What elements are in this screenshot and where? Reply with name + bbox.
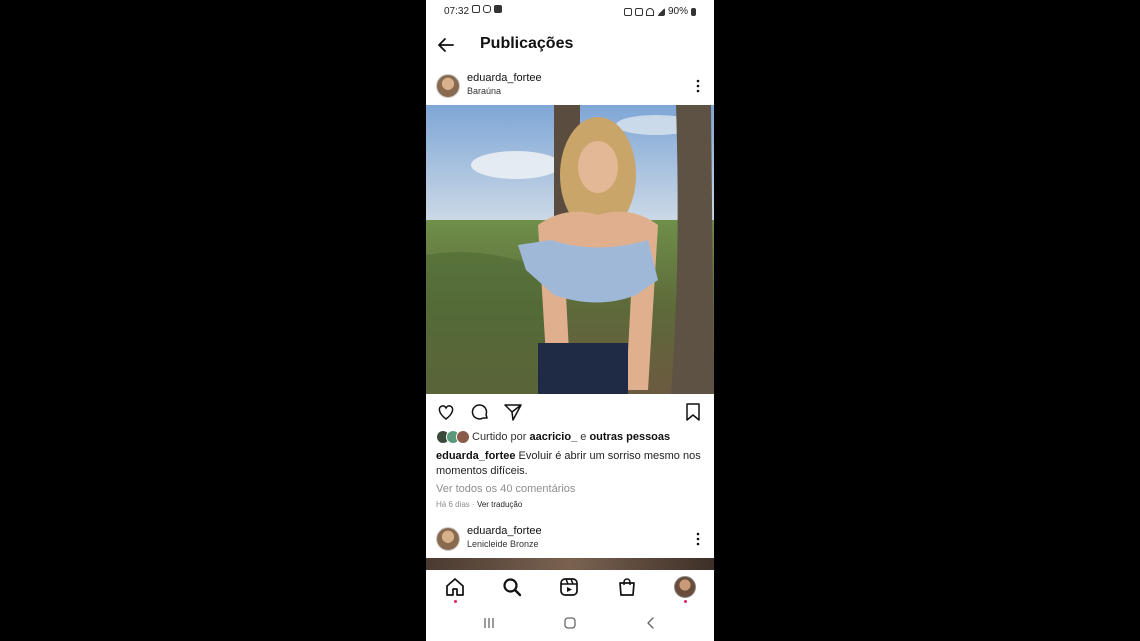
- photo-illustration: [426, 105, 714, 394]
- post-username[interactable]: eduarda_fortee: [467, 525, 542, 537]
- liked-by-joiner: e: [580, 431, 587, 443]
- shopping-bag-icon[interactable]: [616, 576, 638, 598]
- post-actions: [426, 400, 714, 424]
- caption-username[interactable]: eduarda_fortee: [436, 450, 515, 462]
- reels-icon[interactable]: [558, 576, 580, 598]
- profile-avatar-icon[interactable]: [674, 576, 696, 598]
- system-back-icon[interactable]: [644, 616, 658, 630]
- status-time: 07:32: [444, 6, 470, 17]
- save-bookmark-icon[interactable]: [683, 402, 703, 422]
- post-timestamp: Há 6 dias · Ver tradução: [436, 500, 522, 509]
- status-bar: 07:32 90%: [426, 0, 714, 24]
- likes-summary[interactable]: Curtido por aacricio_ e outras pessoas: [436, 430, 670, 444]
- wifi-icon: [645, 7, 654, 16]
- translate-link[interactable]: Ver tradução: [477, 500, 522, 509]
- home-button-icon[interactable]: [563, 616, 577, 630]
- signal-icon: [656, 7, 665, 16]
- comment-icon[interactable]: [470, 402, 490, 422]
- liked-by-user[interactable]: aacricio_: [529, 431, 577, 443]
- like-heart-icon[interactable]: [436, 402, 456, 422]
- view-comments-link[interactable]: Ver todos os 40 comentários: [436, 483, 575, 495]
- notification-icon: [472, 5, 480, 13]
- system-navigation-bar: [426, 606, 714, 641]
- post-header: eduarda_fortee Lenicleide Bronze: [426, 523, 714, 557]
- avatar[interactable]: [436, 74, 460, 98]
- phone-screen: 07:32 90% Publicações eduarda_fortee Bar…: [426, 0, 714, 641]
- bottom-navigation: [426, 570, 714, 606]
- notification-dot: [454, 600, 457, 603]
- share-paper-plane-icon[interactable]: [503, 402, 523, 422]
- post-location[interactable]: Baraúna: [467, 86, 501, 96]
- post-username[interactable]: eduarda_fortee: [467, 72, 542, 84]
- avatar[interactable]: [436, 527, 460, 551]
- post-photo[interactable]: [426, 105, 714, 394]
- search-icon[interactable]: [501, 576, 523, 598]
- mute-icon: [634, 7, 643, 16]
- liked-by-prefix: Curtido por: [472, 431, 527, 443]
- liker-avatar: [456, 430, 470, 444]
- status-system-icons: 90%: [623, 6, 696, 17]
- status-notification-icons: [472, 5, 502, 13]
- battery-icon: [691, 7, 696, 16]
- recent-apps-icon[interactable]: [482, 616, 496, 630]
- liker-avatars: [436, 430, 470, 444]
- more-options-icon[interactable]: [692, 78, 704, 94]
- post-caption: eduarda_fortee Evoluir é abrir um sorris…: [436, 449, 706, 479]
- top-bar: Publicações: [426, 26, 714, 64]
- notification-dot: [684, 600, 687, 603]
- alarm-icon: [623, 7, 632, 16]
- next-post-photo-edge[interactable]: [426, 558, 714, 570]
- time-ago: Há 6 dias: [436, 500, 470, 509]
- liked-by-others[interactable]: outras pessoas: [589, 431, 670, 443]
- back-arrow-icon[interactable]: [436, 35, 456, 55]
- battery-percent: 90%: [667, 6, 688, 17]
- more-options-icon[interactable]: [692, 531, 704, 547]
- page-title: Publicações: [480, 35, 574, 52]
- home-icon[interactable]: [444, 576, 466, 598]
- instagram-icon: [483, 5, 491, 13]
- youtube-icon: [494, 5, 502, 13]
- post-header: eduarda_fortee Baraúna: [426, 70, 714, 104]
- post-location[interactable]: Lenicleide Bronze: [467, 539, 539, 549]
- separator: ·: [472, 500, 475, 509]
